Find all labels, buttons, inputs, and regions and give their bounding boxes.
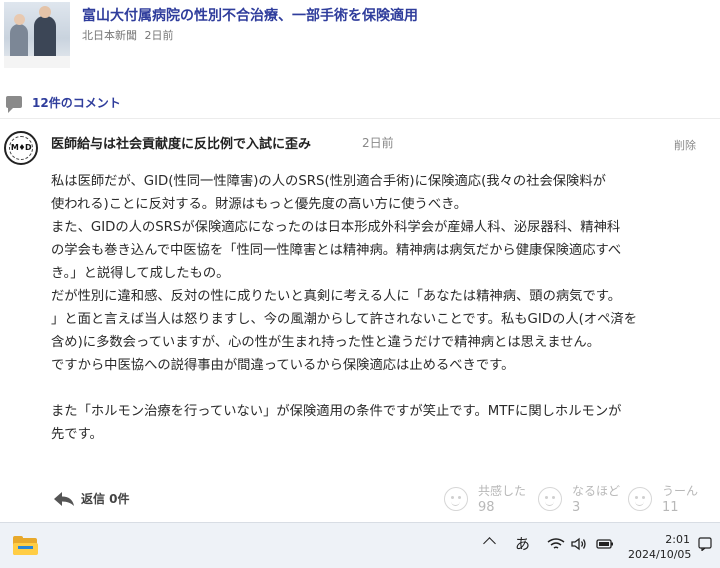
- reply-arrow-icon: [54, 491, 74, 506]
- comment-line: だが性別に違和感、反対の性に成りたいと真剣に考える人に「あなたは精神病、頭の病気…: [51, 289, 622, 304]
- comment-body: 私は医師だが、GID(性同一性障害)の人のSRS(性別適合手術)に保険適応(我々…: [51, 170, 703, 446]
- reaction-label: 共感した: [478, 484, 527, 498]
- thumbnail-head: [14, 14, 25, 25]
- delete-button[interactable]: 削除: [674, 137, 696, 153]
- frown-face-icon: [628, 487, 652, 511]
- reaction-count: 11: [662, 500, 679, 515]
- comment-line: き。」と説得して成したもの。: [51, 266, 230, 281]
- comment-age: 2日前: [362, 136, 394, 150]
- article-meta: 北日本新聞 2日前: [82, 27, 174, 43]
- comment-line: 使われる)ことに反対する。財源はもっと優先度の高い方に使うべき。: [51, 197, 468, 212]
- divider: [0, 118, 720, 119]
- smile-face-icon: [444, 487, 468, 511]
- system-clock[interactable]: 2:01 2024/10/05: [628, 532, 692, 562]
- comment-line: の学会も巻き込んで中医協を「性同一性障害とは精神病。精神病は病気だから健康保険適…: [51, 243, 622, 258]
- clock-time: 2:01: [665, 533, 690, 546]
- reaction-label: うーん: [662, 484, 699, 498]
- thumbnail-person: [10, 24, 28, 60]
- volume-icon[interactable]: [571, 537, 587, 551]
- article-header[interactable]: 富山大付属病院の性別不合治療、一部手術を保険適用 北日本新聞 2日前: [0, 0, 720, 80]
- comment-line: また、GIDの人のSRSが保険適応になったのは日本形成外科学会が産婦人科、泌尿器…: [51, 220, 621, 235]
- wifi-icon[interactable]: [547, 537, 565, 551]
- ime-indicator[interactable]: あ: [515, 533, 530, 554]
- comment-bubble-icon: [6, 96, 22, 113]
- reaction-empathy-button[interactable]: 共感した 98: [444, 483, 526, 516]
- reaction-count: 98: [478, 500, 495, 515]
- file-explorer-icon[interactable]: [13, 536, 38, 555]
- reaction-label: なるほど: [572, 484, 621, 498]
- article-source: 北日本新聞: [82, 29, 137, 42]
- reaction-count: 3: [572, 500, 581, 515]
- reply-label: 返信 0件: [81, 492, 130, 506]
- thumbnail-head: [39, 6, 51, 18]
- thumbnail-desk: [4, 56, 70, 68]
- reaction-naruhodo-button[interactable]: なるほど 3: [538, 483, 620, 516]
- avatar[interactable]: M♦D: [4, 131, 38, 165]
- article-thumbnail[interactable]: [4, 2, 70, 68]
- reaction-uun-button[interactable]: うーん 11: [628, 483, 698, 516]
- avatar-mark: M♦D: [10, 143, 32, 152]
- comment-line: また「ホルモン治療を行っていない」が保険適用の条件ですが笑止です。MTFに関しホ…: [51, 404, 622, 419]
- comment-line: 」と面と言えば当人は怒りますし、今の風潮からして許されないことです。私もGIDの…: [51, 312, 637, 327]
- comment-line: 私は医師だが、GID(性同一性障害)の人のSRS(性別適合手術)に保険適応(我々…: [51, 174, 606, 189]
- taskbar: あ 2:01 2024/10/05: [0, 522, 720, 568]
- article-age: 2日前: [144, 29, 174, 42]
- chevron-up-icon[interactable]: [483, 537, 496, 550]
- notification-icon[interactable]: [698, 537, 712, 551]
- battery-icon[interactable]: [596, 537, 614, 551]
- clock-date: 2024/10/05: [628, 548, 692, 561]
- comment-line: 先です。: [51, 427, 103, 442]
- article-title[interactable]: 富山大付属病院の性別不合治療、一部手術を保険適用: [82, 5, 418, 25]
- comment-line: ですから中医協への説得事由が間違っているから保険適応は止めるべきです。: [51, 358, 515, 373]
- comment-line: 含め)に多数会っていますが、心の性が生まれ持った性と違うだけで精神病とは思えませ…: [51, 335, 601, 350]
- reply-button[interactable]: 返信 0件: [53, 490, 130, 507]
- thinking-face-icon: [538, 487, 562, 511]
- comment-author-title[interactable]: 医師給与は社会貢献度に反比例で入試に歪み: [51, 133, 311, 152]
- comment-count-link[interactable]: 12件のコメント: [6, 93, 121, 113]
- comment-count-label[interactable]: 12件のコメント: [32, 94, 121, 111]
